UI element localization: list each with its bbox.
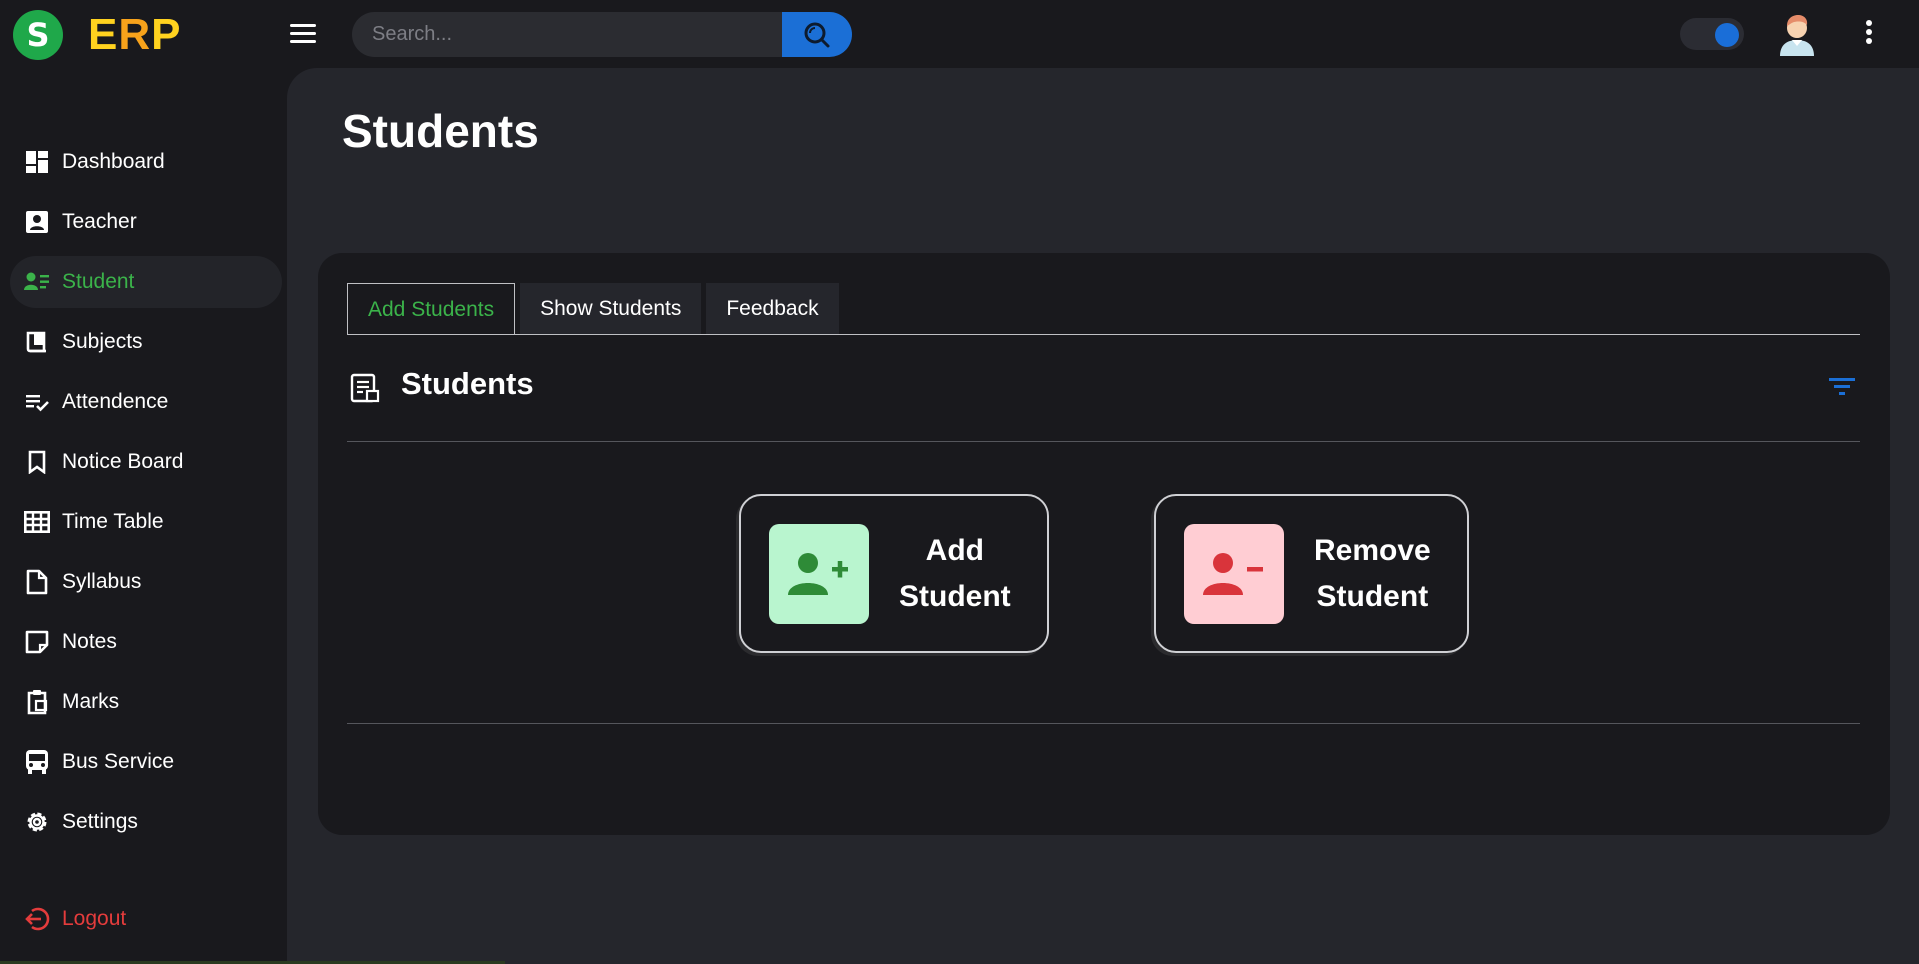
section-title: Students [401,366,534,401]
sidebar-item-subjects[interactable]: Subjects [10,316,282,368]
sidebar-item-bus-service[interactable]: Bus Service [10,736,282,788]
logo-letter: S [26,16,50,54]
search-icon [804,22,830,47]
sidebar-item-label: Attendence [62,390,169,413]
section-divider-top [347,441,1860,442]
tab-feedback[interactable]: Feedback [706,283,839,335]
teacher-icon [24,209,50,235]
bus-icon [24,749,50,775]
article-icon [350,373,380,403]
remove-student-tile [1184,523,1284,624]
tab-show-students[interactable]: Show Students [520,283,702,335]
menu-toggle-icon[interactable] [290,24,316,44]
sidebar-item-notice-board[interactable]: Notice Board [10,436,282,488]
sidebar-item-label: Settings [62,810,138,833]
sidebar-item-label: Student [62,270,135,293]
sidebar-item-label: Marks [62,690,120,713]
person-add-icon [788,552,848,595]
section-divider-bottom [347,723,1860,724]
avatar[interactable] [1776,12,1818,56]
sidebar-item-label: Notes [62,630,117,653]
dashboard-icon [24,149,50,175]
logout-icon [24,906,50,932]
tab-add-students[interactable]: Add Students [347,283,516,335]
toggle-knob [1715,23,1739,47]
theme-toggle[interactable] [1680,18,1744,50]
search-bar [352,12,852,57]
sidebar-item-student[interactable]: Student [10,256,282,308]
book-icon [24,329,50,355]
remove-student-button[interactable]: Remove Student [1154,494,1469,653]
add-student-label: Add Student [899,533,1011,613]
logout-button[interactable]: Logout [10,893,282,945]
remove-student-label: Remove Student [1314,533,1431,613]
sidebar-item-syllabus[interactable]: Syllabus [10,556,282,608]
sidebar-item-marks[interactable]: Marks [10,676,282,728]
sidebar-item-teacher[interactable]: Teacher [10,196,282,248]
page-title: Students [342,105,539,157]
sidebar-item-label: Syllabus [62,570,142,593]
search-button[interactable] [782,12,852,57]
sidebar-item-label: Subjects [62,330,143,353]
tab-divider [347,334,1860,335]
note-icon [24,629,50,655]
sidebar-item-label: Bus Service [62,750,175,773]
sidebar-item-label: Notice Board [62,450,184,473]
sidebar-item-label: Dashboard [62,150,165,173]
content-card [318,253,1890,835]
more-options-icon[interactable] [1864,20,1874,48]
bookmark-icon [24,449,50,475]
student-icon [24,269,50,295]
sidebar-item-settings[interactable]: Settings [10,796,282,848]
clipboard-icon [24,689,50,715]
sidebar-item-time-table[interactable]: Time Table [10,496,282,548]
person-remove-icon [1203,552,1263,595]
add-student-button[interactable]: Add Student [739,494,1049,653]
top-bar: S ERP [0,0,1919,68]
sidebar-item-notes[interactable]: Notes [10,616,282,668]
sidebar-item-label: Teacher [62,210,137,233]
sidebar-item-label: Time Table [62,510,164,533]
search-input[interactable] [352,12,782,57]
brand-name: ERP [88,10,182,59]
add-student-tile [769,523,869,624]
checklist-icon [24,389,50,415]
gear-icon [24,809,50,835]
filter-icon[interactable] [1829,376,1855,396]
grid-icon [24,509,50,535]
document-icon [24,569,50,595]
user-avatar-icon [1780,15,1814,56]
logout-label: Logout [62,907,127,930]
sidebar-item-dashboard[interactable]: Dashboard [10,136,282,188]
sidebar-item-attendence[interactable]: Attendence [10,376,282,428]
logo[interactable]: S [13,10,63,60]
tab-bar: Add Students Show Students Feedback [347,283,844,335]
